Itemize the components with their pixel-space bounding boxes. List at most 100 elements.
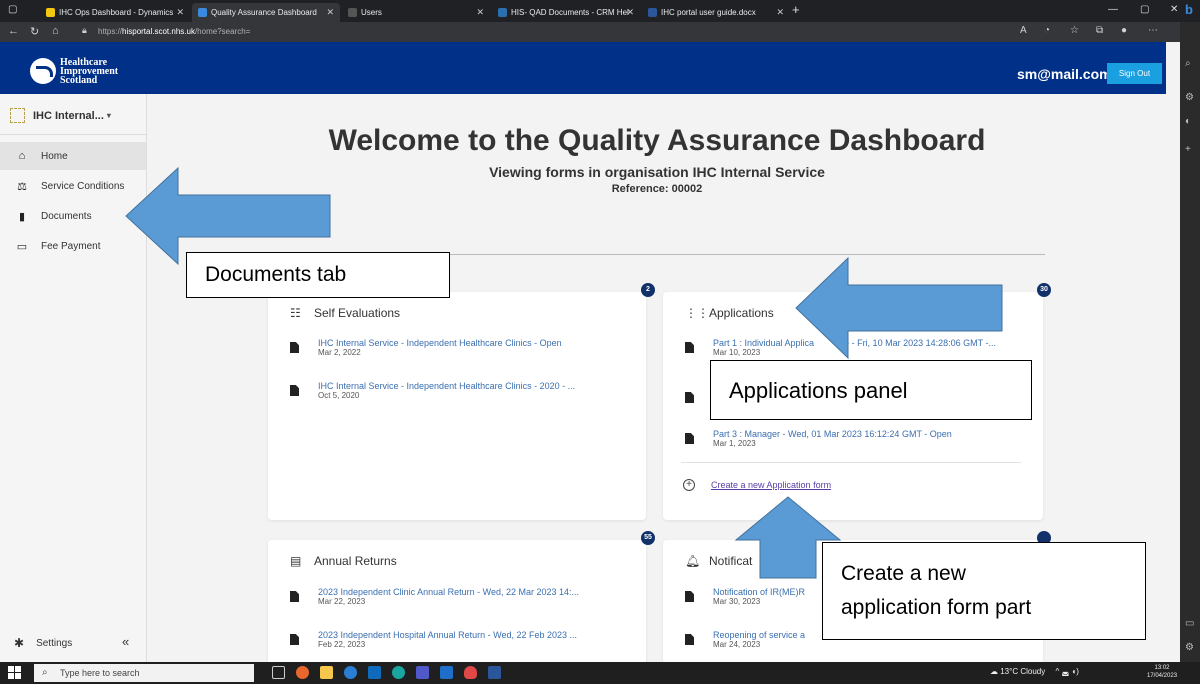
divider bbox=[681, 462, 1021, 463]
lock-icon: 🔒︎ bbox=[82, 25, 87, 35]
file-icon bbox=[685, 433, 694, 444]
browser-side-rail: b ⌕ ⚙ ◐ + ▭ ⚙ bbox=[1180, 2, 1200, 662]
list-icon: ▤ bbox=[290, 554, 302, 568]
sidebar-item-settings[interactable]: ✱ Settings bbox=[14, 636, 72, 650]
refresh-icon[interactable]: ↻ bbox=[30, 25, 39, 38]
create-application-link[interactable]: + Create a new Application form bbox=[683, 479, 831, 491]
file-icon bbox=[290, 342, 299, 353]
page-title: Welcome to the Quality Assurance Dashboa… bbox=[328, 124, 986, 157]
close-tab-icon[interactable]: ✕ bbox=[776, 7, 784, 18]
close-tab-icon[interactable]: ✕ bbox=[626, 7, 634, 18]
plus-circle-icon: + bbox=[683, 479, 695, 491]
sidebar-item-fee-payment[interactable]: ▭ Fee Payment bbox=[0, 232, 146, 260]
task-view-icon[interactable] bbox=[272, 666, 285, 679]
dynamics-icon bbox=[46, 8, 55, 17]
ie-icon[interactable] bbox=[344, 666, 357, 679]
browser-tab[interactable]: Users ✕ bbox=[342, 3, 490, 22]
home-icon: ⌂ bbox=[18, 150, 26, 162]
restore-icon[interactable]: ▢ bbox=[1140, 4, 1149, 15]
new-tab-icon[interactable]: + bbox=[792, 2, 800, 17]
tab-actions-icon[interactable]: ▢ bbox=[8, 4, 17, 15]
taskbar-search-input[interactable]: ⌕ Type here to search bbox=[34, 664, 254, 682]
card-header: 🔔︎ Notificat bbox=[685, 554, 753, 568]
network-icon[interactable]: ^ ◛ ◖) bbox=[1055, 667, 1078, 676]
file-icon bbox=[290, 385, 299, 396]
reference-number: Reference: 00002 bbox=[611, 183, 703, 195]
favorites-icon[interactable]: ☆ bbox=[1070, 25, 1079, 36]
count-badge: 55 bbox=[641, 531, 655, 545]
divider bbox=[0, 134, 146, 135]
search-icon: ⌕ bbox=[42, 667, 48, 678]
weather-icon: ☁ bbox=[990, 667, 998, 676]
teams-icon[interactable] bbox=[416, 666, 429, 679]
browser-tab-bar: ▢ IHC Ops Dashboard - Dynamics ✕ Quality … bbox=[0, 0, 1200, 22]
his-logo[interactable] bbox=[30, 58, 56, 84]
word-icon[interactable] bbox=[488, 666, 501, 679]
card-header: ⋮⋮ Applications bbox=[685, 306, 774, 320]
browser-tab[interactable]: HIS- QAD Documents - CRM Hel ✕ bbox=[492, 3, 640, 22]
minimize-icon[interactable]: — bbox=[1108, 4, 1118, 15]
system-tray: ☁ 13°C Cloudy ^ ◛ ◖) bbox=[990, 667, 1079, 676]
gavel-icon: ⚖ bbox=[17, 180, 27, 193]
add-icon[interactable]: + bbox=[1185, 144, 1191, 155]
settings-rail-icon[interactable]: ⚙ bbox=[1185, 642, 1194, 653]
search-icon[interactable]: ⌕ bbox=[1185, 58, 1191, 69]
profile-icon[interactable]: ● bbox=[1121, 25, 1127, 36]
sidebar: IHC Internal... ▾ ⌂ Home ⚖ Service Condi… bbox=[0, 94, 147, 662]
org-selector[interactable]: IHC Internal... ▾ bbox=[10, 108, 111, 123]
grid-icon: ⋮⋮ bbox=[685, 306, 709, 320]
close-tab-icon[interactable]: ✕ bbox=[326, 7, 334, 18]
clock[interactable]: 13:02 17/04/2023 bbox=[1147, 664, 1177, 680]
sign-out-button[interactable]: Sign Out bbox=[1107, 63, 1162, 84]
count-badge: 30 bbox=[1037, 283, 1051, 297]
windows-start-icon[interactable] bbox=[8, 666, 22, 680]
browser-tab[interactable]: IHC Ops Dashboard - Dynamics ✕ bbox=[40, 3, 190, 22]
taskbar: ⌕ Type here to search ☁ 13°C Cloudy ^ ◛ … bbox=[0, 662, 1200, 684]
file-icon bbox=[290, 634, 299, 645]
sidebar-toggle-icon[interactable]: ▭ bbox=[1185, 618, 1194, 629]
collapse-sidebar-button[interactable]: « bbox=[122, 634, 129, 649]
outlook-mail-icon[interactable] bbox=[440, 666, 453, 679]
word-icon bbox=[648, 8, 657, 17]
page-subtitle: Viewing forms in organisation IHC Intern… bbox=[489, 164, 825, 180]
browser-tab-active[interactable]: Quality Assurance Dashboard ✕ bbox=[192, 3, 340, 22]
outlook-icon[interactable] bbox=[368, 666, 381, 679]
close-window-icon[interactable]: ✕ bbox=[1170, 4, 1178, 15]
games-icon[interactable]: ◐ bbox=[1185, 116, 1191, 127]
close-tab-icon[interactable]: ✕ bbox=[476, 7, 484, 18]
bell-icon: 🔔︎ bbox=[685, 554, 701, 568]
tools-icon[interactable]: ⚙ bbox=[1185, 92, 1194, 103]
collections-icon[interactable]: ⧉ bbox=[1096, 25, 1103, 36]
vivaldi-icon[interactable] bbox=[464, 666, 477, 679]
file-explorer-icon[interactable] bbox=[320, 666, 333, 679]
document-icon: ▮ bbox=[18, 210, 26, 223]
browser-tab[interactable]: IHC portal user guide.docx ✕ bbox=[642, 3, 790, 22]
sidebar-item-documents[interactable]: ▮ Documents bbox=[0, 202, 146, 230]
crm-icon bbox=[498, 8, 507, 17]
sidebar-item-home[interactable]: ⌂ Home bbox=[0, 142, 146, 170]
user-email: sm@mail.com bbox=[1017, 66, 1112, 82]
read-aloud-icon[interactable]: A bbox=[1020, 25, 1027, 36]
count-badge: 2 bbox=[641, 283, 655, 297]
home-browser-icon[interactable]: ⌂ bbox=[52, 25, 59, 37]
back-icon[interactable]: ← bbox=[8, 25, 19, 37]
file-icon bbox=[685, 392, 694, 403]
users-icon bbox=[348, 8, 357, 17]
address-bar: ← ↻ ⌂ 🔒︎ https://hisportal.scot.nhs.uk/h… bbox=[0, 22, 1200, 42]
self-evaluations-card: ☷ Self Evaluations IHC Internal Service … bbox=[268, 292, 646, 520]
extension-icon[interactable]: ◔ bbox=[1044, 25, 1050, 36]
card-icon: ▭ bbox=[16, 240, 28, 253]
card-header: ☷ Self Evaluations bbox=[290, 306, 401, 320]
org-logo-icon bbox=[10, 108, 25, 123]
sidebar-item-service-conditions[interactable]: ⚖ Service Conditions bbox=[0, 172, 146, 200]
edge-icon[interactable] bbox=[392, 666, 405, 679]
file-icon bbox=[290, 591, 299, 602]
site-header: Healthcare Improvement Scotland bbox=[0, 42, 1166, 94]
url-input[interactable]: https://hisportal.scot.nhs.uk/home?searc… bbox=[98, 24, 978, 40]
bing-icon[interactable]: b bbox=[1185, 2, 1193, 17]
close-tab-icon[interactable]: ✕ bbox=[176, 7, 184, 18]
more-icon[interactable]: ⋯ bbox=[1148, 25, 1158, 36]
checklist-icon: ☷ bbox=[290, 306, 301, 320]
chevron-down-icon: ▾ bbox=[106, 111, 111, 120]
chrome-icon[interactable] bbox=[296, 666, 309, 679]
